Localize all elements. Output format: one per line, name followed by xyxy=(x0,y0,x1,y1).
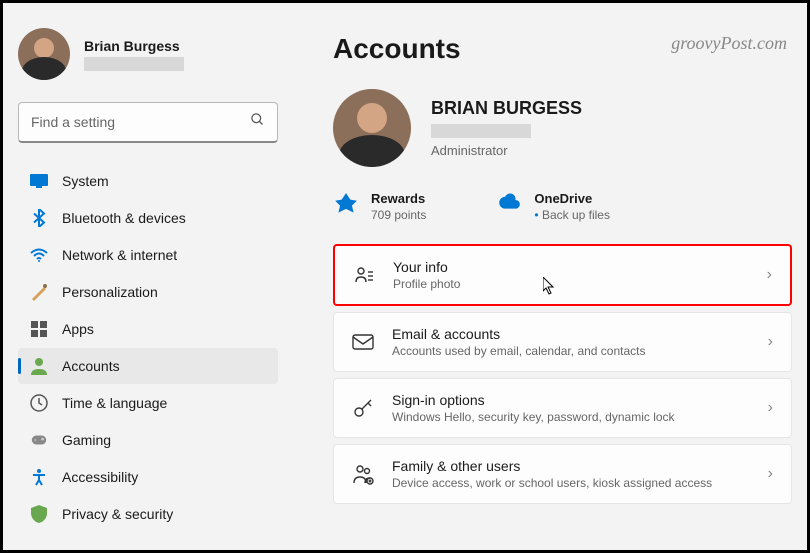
bluetooth-icon xyxy=(30,209,48,227)
profile-icon xyxy=(353,264,375,286)
card-family[interactable]: Family & other users Device access, work … xyxy=(333,444,792,504)
card-subtitle: Profile photo xyxy=(393,277,749,291)
main-panel: groovyPost.com Accounts BRIAN BURGESS Ad… xyxy=(293,3,807,550)
nav-label: Privacy & security xyxy=(62,506,173,522)
card-profile[interactable]: Your info Profile photo › xyxy=(333,244,792,306)
system-icon xyxy=(30,172,48,190)
card-subtitle: Windows Hello, security key, password, d… xyxy=(392,410,750,424)
nav-item-time[interactable]: Time & language xyxy=(18,385,278,421)
cursor-icon xyxy=(543,277,557,295)
profile-role: Administrator xyxy=(431,143,582,158)
nav-item-network[interactable]: Network & internet xyxy=(18,237,278,273)
rewards-title: Rewards xyxy=(371,191,426,206)
email-icon xyxy=(352,331,374,353)
user-avatar xyxy=(18,28,70,80)
chevron-right-icon: › xyxy=(768,399,773,417)
card-email[interactable]: Email & accounts Accounts used by email, … xyxy=(333,312,792,372)
privacy-icon xyxy=(30,505,48,523)
card-list: Your info Profile photo › Email & accounts A… xyxy=(333,244,792,504)
nav-item-accessibility[interactable]: Accessibility xyxy=(18,459,278,495)
card-title: Sign-in options xyxy=(392,392,750,408)
nav-item-system[interactable]: System xyxy=(18,163,278,199)
status-onedrive[interactable]: OneDrive • Back up files xyxy=(496,191,610,222)
watermark: groovyPost.com xyxy=(671,33,787,54)
nav-item-personalization[interactable]: Personalization xyxy=(18,274,278,310)
user-block[interactable]: Brian Burgess xyxy=(18,28,278,80)
nav-label: Apps xyxy=(62,321,94,337)
profile-email-redacted xyxy=(431,124,531,138)
search-box[interactable] xyxy=(18,102,278,143)
nav-item-privacy[interactable]: Privacy & security xyxy=(18,496,278,532)
key-icon xyxy=(352,397,374,419)
status-rewards[interactable]: Rewards 709 points xyxy=(333,191,426,222)
apps-icon xyxy=(30,320,48,338)
family-icon xyxy=(352,463,374,485)
nav-label: Accessibility xyxy=(62,469,138,485)
nav-label: Time & language xyxy=(62,395,167,411)
time-icon xyxy=(30,394,48,412)
accessibility-icon xyxy=(30,468,48,486)
nav-label: Gaming xyxy=(62,432,111,448)
card-key[interactable]: Sign-in options Windows Hello, security k… xyxy=(333,378,792,438)
status-row: Rewards 709 points OneDrive • Back up fi… xyxy=(333,191,792,222)
search-input[interactable] xyxy=(31,114,250,130)
user-email-redacted xyxy=(84,57,184,71)
user-name: Brian Burgess xyxy=(84,38,184,54)
rewards-sub: 709 points xyxy=(371,208,426,222)
nav-label: Network & internet xyxy=(62,247,177,263)
card-title: Email & accounts xyxy=(392,326,750,342)
personalization-icon xyxy=(30,283,48,301)
accounts-icon xyxy=(30,357,48,375)
card-subtitle: Device access, work or school users, kio… xyxy=(392,476,750,490)
profile-avatar xyxy=(333,89,411,167)
search-icon xyxy=(250,112,265,132)
nav-list: System Bluetooth & devices Network & inter… xyxy=(18,163,278,532)
rewards-icon xyxy=(333,191,359,217)
chevron-right-icon: › xyxy=(768,465,773,483)
network-icon xyxy=(30,246,48,264)
onedrive-title: OneDrive xyxy=(534,191,610,206)
nav-item-bluetooth[interactable]: Bluetooth & devices xyxy=(18,200,278,236)
profile-name: BRIAN BURGESS xyxy=(431,98,582,119)
chevron-right-icon: › xyxy=(768,333,773,351)
nav-item-gaming[interactable]: Gaming xyxy=(18,422,278,458)
card-title: Your info xyxy=(393,259,749,275)
nav-label: Accounts xyxy=(62,358,120,374)
nav-label: Personalization xyxy=(62,284,158,300)
profile-block: BRIAN BURGESS Administrator xyxy=(333,89,792,167)
gaming-icon xyxy=(30,431,48,449)
card-subtitle: Accounts used by email, calendar, and co… xyxy=(392,344,750,358)
nav-item-apps[interactable]: Apps xyxy=(18,311,278,347)
onedrive-icon xyxy=(496,191,522,217)
card-title: Family & other users xyxy=(392,458,750,474)
nav-item-accounts[interactable]: Accounts xyxy=(18,348,278,384)
nav-label: Bluetooth & devices xyxy=(62,210,186,226)
sidebar: Brian Burgess System Bluetooth & devices N… xyxy=(3,3,293,550)
onedrive-sub: • Back up files xyxy=(534,208,610,222)
nav-label: System xyxy=(62,173,109,189)
chevron-right-icon: › xyxy=(767,266,772,284)
